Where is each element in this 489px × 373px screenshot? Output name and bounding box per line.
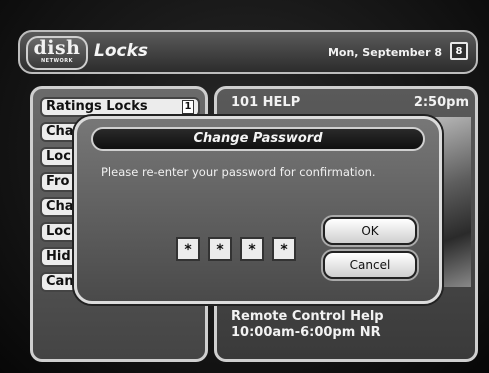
menu-item-label: Ratings Locks	[46, 99, 148, 114]
dish-network-logo: dish NETWORK	[26, 36, 88, 70]
channel-label: 101 HELP	[231, 95, 301, 110]
dialog-title: Change Password	[91, 127, 425, 151]
calendar-icon: 8	[450, 42, 468, 60]
password-digit-2[interactable]: *	[208, 237, 232, 261]
menu-item-label: Loc	[46, 149, 71, 164]
ok-button[interactable]: OK	[323, 217, 417, 245]
change-password-dialog: Change Password Please re-enter your pas…	[74, 116, 442, 304]
password-digit-4[interactable]: *	[272, 237, 296, 261]
menu-item-label: Fro	[46, 174, 70, 189]
menu-item-ratings-locks[interactable]: Ratings Locks 1	[40, 97, 200, 117]
header-bar: dish NETWORK Locks Mon, September 8 8	[18, 30, 478, 74]
program-details: Remote Control Help 10:00am-6:00pm NR	[231, 309, 384, 341]
program-title: Remote Control Help	[231, 309, 384, 324]
menu-item-label: Cha	[46, 199, 74, 214]
date-display: Mon, September 8	[327, 46, 442, 59]
cancel-button[interactable]: Cancel	[323, 251, 417, 279]
menu-item-label: Hid	[46, 249, 71, 264]
page-title: Locks	[94, 41, 149, 61]
logo-main-text: dish	[33, 37, 81, 59]
menu-item-number: 1	[182, 100, 194, 114]
password-digit-3[interactable]: *	[240, 237, 264, 261]
password-digit-1[interactable]: *	[176, 237, 200, 261]
tv-screen: dish NETWORK Locks Mon, September 8 8 Ra…	[0, 0, 489, 373]
menu-item-label: Loc	[46, 224, 71, 239]
logo-sub-text: NETWORK	[40, 58, 73, 64]
current-time: 2:50pm	[413, 95, 469, 110]
dialog-message: Please re-enter your password for confir…	[101, 165, 376, 179]
program-time: 10:00am-6:00pm NR	[231, 325, 381, 340]
menu-item-label: Can	[46, 274, 74, 289]
menu-item-label: Cha	[46, 124, 74, 139]
